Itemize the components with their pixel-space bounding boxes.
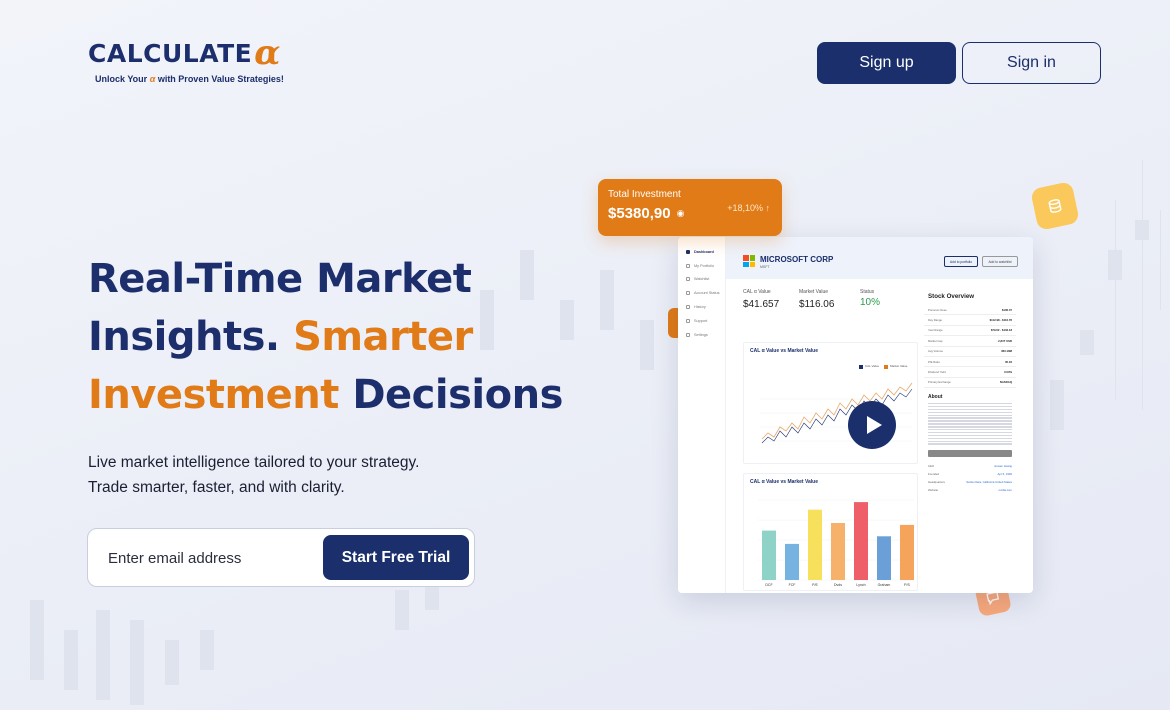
legend-market-value: Market Value xyxy=(890,364,908,368)
bar-ps xyxy=(900,524,914,580)
sidebar-item-watchlist: Watchlist xyxy=(686,277,709,281)
sidebar-item-support: Support xyxy=(686,319,707,323)
line-chart xyxy=(760,365,913,444)
bar-label: FCF xyxy=(789,583,796,587)
show-more-button xyxy=(928,449,1012,457)
legend-cal-value: CAL Value xyxy=(865,364,880,368)
metric-label: Status xyxy=(860,289,875,295)
bar-label: Lynch xyxy=(856,583,865,587)
brand-tagline: Unlock Your α with Proven Value Strategi… xyxy=(95,74,284,84)
sidebar-item-settings: Settings xyxy=(686,333,708,337)
info-row: Founded Apr 5, 1993 xyxy=(928,471,1012,476)
metric-value: $116.06 xyxy=(799,299,835,310)
company-ticker: MSFT xyxy=(760,265,770,269)
sidebar-item-portfolio: My Portfolio xyxy=(686,264,714,268)
investment-label: Total Investment xyxy=(608,189,681,200)
investment-change: +18,10% ↑ xyxy=(727,203,770,213)
briefcase-icon xyxy=(686,264,690,268)
hero-subtitle: Live market intelligence tailored to you… xyxy=(88,454,420,496)
hide-eye-icon[interactable]: ◉ xyxy=(677,208,685,219)
info-row: Website nvidia.com xyxy=(928,487,1012,492)
gear-icon xyxy=(686,333,690,337)
overview-row: Dividend Yield 0.03% xyxy=(924,367,1016,378)
bar-lynch xyxy=(854,502,868,580)
add-to-watchlist-button: Add to watchlist xyxy=(982,256,1018,267)
company-header: MICROSOFT CORP MSFT Add to portfolio Add… xyxy=(726,237,1033,279)
dashboard-preview: Dashboard My Portfolio Watchlist Account… xyxy=(678,237,1033,593)
stock-overview-panel: Stock Overview Previous Close $106.72 Day … xyxy=(924,289,1016,589)
grid-icon xyxy=(686,250,690,254)
bar-graham xyxy=(877,536,891,580)
bar-dvds xyxy=(831,523,845,580)
overview-row: Day Range $112.98 - $116.78 xyxy=(924,315,1016,326)
overview-row: Year Range $79.62 - $133.18 xyxy=(924,326,1016,337)
bar-chart: DCF FCF P/E Dvds Lynch Graham P/S xyxy=(758,499,914,587)
metric-value: 10% xyxy=(860,297,881,308)
sidebar-item-dashboard: Dashboard xyxy=(686,250,714,254)
headset-icon xyxy=(686,319,690,323)
metric-label: Market Value xyxy=(799,289,829,295)
metric-value: $41.657 xyxy=(743,299,780,310)
overview-row: Primary Exchange NASDAQ xyxy=(924,378,1016,388)
info-row: Headquarters Santa Clara, California Unit… xyxy=(928,479,1012,484)
clock-icon xyxy=(686,305,690,309)
overview-row: Avg Volume 360.18M xyxy=(924,347,1016,357)
add-to-portfolio-button: Add to portfolio xyxy=(944,256,978,267)
list-icon xyxy=(686,277,690,281)
dashboard-sidebar: Dashboard My Portfolio Watchlist Account… xyxy=(678,237,726,593)
info-row: CEO Jensen Huang xyxy=(928,463,1012,468)
investment-value: $5380,90 xyxy=(608,205,671,222)
company-name: MICROSOFT CORP xyxy=(760,255,834,264)
bar-chart-panel: CAL α Value vs Market Value DCF FCF P/E Dvd… xyxy=(743,473,918,591)
stock-overview-title: Stock Overview xyxy=(928,293,975,300)
sign-in-button[interactable]: Sign in xyxy=(962,42,1101,84)
line-chart-panel: CAL α Value vs Market Value CAL Value Ma… xyxy=(743,342,918,464)
user-icon xyxy=(686,291,690,295)
overview-row: P/E Ratio 35.02 xyxy=(924,357,1016,368)
play-video-button[interactable] xyxy=(848,401,896,449)
sign-up-button[interactable]: Sign up xyxy=(817,42,956,84)
bar-pe xyxy=(808,509,822,580)
email-signup-form: Start Free Trial xyxy=(87,528,475,587)
metric-label: CAL α Value xyxy=(743,289,771,295)
bar-label: P/S xyxy=(904,583,910,587)
company-info-rows: CEO Jensen Huang Founded Apr 5, 1993 Headqua… xyxy=(924,462,1016,494)
email-input[interactable] xyxy=(108,547,308,569)
overview-rows: Previous Close $106.72 Day Range $112.98 - … xyxy=(924,305,1016,388)
about-title: About xyxy=(928,394,943,400)
play-icon xyxy=(867,416,882,434)
bar-label: P/E xyxy=(812,583,818,587)
microsoft-logo-icon xyxy=(743,255,755,267)
alpha-logo-icon: α xyxy=(254,33,281,73)
bar-fcf xyxy=(785,543,799,580)
bar-label: Dvds xyxy=(834,583,842,587)
sidebar-item-history: History xyxy=(686,305,706,309)
hero-title: Real-Time Market Insights. Smarter Inves… xyxy=(88,256,563,418)
sidebar-item-account-status: Account Status xyxy=(686,291,720,295)
bar-dcf xyxy=(762,530,776,580)
database-icon xyxy=(1030,181,1080,231)
total-investment-card: Total Investment $5380,90 ◉ +18,10% ↑ xyxy=(598,179,782,236)
bar-label: Graham xyxy=(878,583,891,587)
overview-row: Market Cap 2,84T USD xyxy=(924,336,1016,347)
about-text xyxy=(924,403,1016,445)
overview-row: Previous Close $106.72 xyxy=(924,305,1016,316)
brand-name: CALCULATE xyxy=(88,38,253,68)
start-free-trial-button[interactable]: Start Free Trial xyxy=(323,535,469,580)
brand-logo[interactable]: CALCULATE α Unlock Your α with Proven Va… xyxy=(88,36,284,84)
bar-label: DCF xyxy=(765,583,772,587)
